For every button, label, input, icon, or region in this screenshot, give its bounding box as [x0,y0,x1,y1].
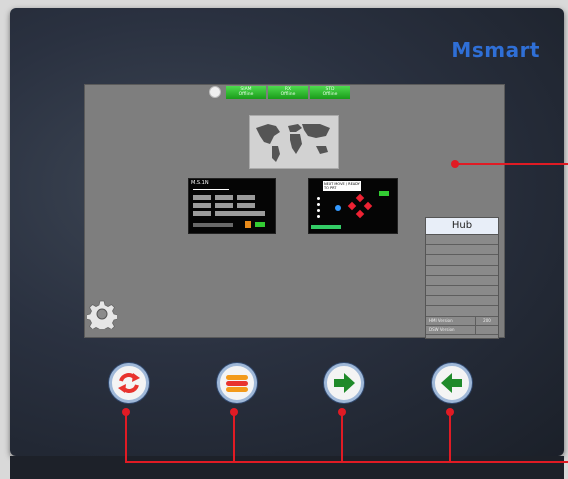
thumbnail-field [215,203,233,208]
thumbnail-menu-icon [245,221,251,228]
menu-icon [226,375,248,392]
callout-line-screen [455,163,568,165]
callout-line-back [449,412,451,462]
hub-footer-label: HMI Version [426,316,476,325]
screen-thumbnail-right[interactable]: NEXT MOVE / READY TO PRT [308,178,398,234]
hub-row [426,245,498,256]
thumbnail-field [215,211,265,216]
thumbnail-arrow-right-icon [363,201,373,211]
thumbnail-divider [193,189,229,190]
gear-icon [85,300,119,334]
thumbnail-arrow-icon [255,222,265,227]
thumbnail-field [237,195,255,200]
status-cell-rx: RX Offline [268,85,308,99]
world-map-icon [256,124,330,162]
thumbnail-field [193,211,211,216]
settings-button[interactable] [85,299,119,334]
thumbnail-field [215,195,233,200]
callout-line-bottom [125,461,568,463]
hub-row [426,296,498,307]
thumbnail-footer-bar [193,223,233,227]
hub-panel[interactable]: Hub HMI Version 200 DSW Version [425,217,499,339]
status-cell-siam: SIAM Offline [226,85,266,99]
hmi-screen[interactable]: SIAM Offline RX Offline STD Offline M.S.… [84,84,505,339]
hub-footer-value [476,326,498,334]
thumbnail-header: NEXT MOVE / READY TO PRT [323,181,361,191]
status-bar: SIAM Offline RX Offline STD Offline [209,85,350,99]
callout-line-menu [233,412,235,462]
thumbnail-status-icon [335,205,341,211]
screen-thumbnail-left[interactable]: M.S.1N [188,178,276,234]
hub-footer-label: DSW Version [426,325,476,334]
bezel-bottom-edge [10,456,564,479]
thumbnail-arrow-up-icon [355,193,365,203]
brand-logo: Msmart [451,38,540,62]
status-cell-std: STD Offline [310,85,350,99]
refresh-button[interactable] [109,363,149,403]
thumbnail-indicator [317,197,320,200]
next-button[interactable] [324,363,364,403]
status-cell-state: Offline [238,92,254,97]
thumbnail-indicator [317,203,320,206]
callout-line-next [341,412,343,462]
back-button[interactable] [432,363,472,403]
thumbnail-field [193,195,211,200]
hub-footer-row: DSW Version [426,325,498,335]
status-cell-state: Offline [322,92,338,97]
thumbnail-field [193,203,211,208]
refresh-icon [118,373,140,393]
thumbnail-header: M.S.1N [191,180,209,186]
thumbnail-arrow-left-icon [347,201,357,211]
hub-row [426,235,498,246]
hub-title: Hub [426,218,498,235]
hub-footer-row: HMI Version 200 [426,316,498,326]
thumbnail-indicator [317,209,320,212]
thumbnail-battery-icon [379,191,389,196]
hub-row [426,276,498,286]
status-cell-state: Offline [280,92,296,97]
status-indicator-icon [209,86,221,98]
hub-row [426,306,498,317]
world-map-image [249,115,339,169]
arrow-right-icon [334,373,355,393]
hub-footer-value: 200 [483,317,491,323]
arrow-left-icon [441,373,462,393]
thumbnail-indicator [317,215,320,218]
callout-line-refresh [125,412,127,462]
thumbnail-footer-bar [311,225,341,229]
hub-row [426,266,498,276]
hub-row [426,286,498,297]
menu-button[interactable] [217,363,257,403]
thumbnail-field [237,203,255,208]
thumbnail-arrow-down-icon [355,209,365,219]
hub-row [426,255,498,266]
